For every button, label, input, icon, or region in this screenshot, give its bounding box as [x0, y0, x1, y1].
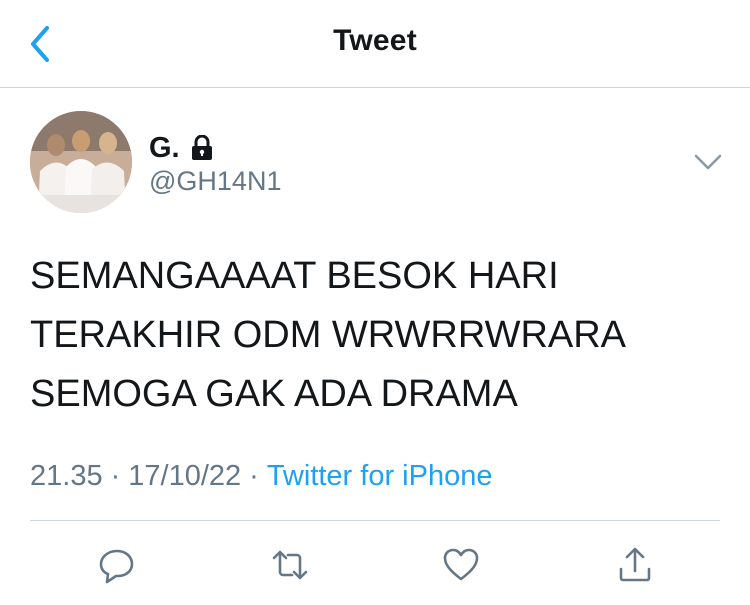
like-button[interactable]	[436, 540, 486, 590]
tweet-action-bar	[0, 540, 750, 590]
tweet-text-line: TERAKHIR ODM WRWRRWRARA	[30, 314, 627, 356]
chevron-down-icon	[694, 154, 722, 170]
reply-icon	[99, 549, 134, 584]
tweet-text-line: SEMOGA GAK ADA DRAMA	[30, 373, 518, 415]
tweet-text-line: SEMANGAAAAT BESOK HARI	[30, 255, 559, 297]
avatar-photo	[30, 111, 132, 213]
author-handle[interactable]: @GH14N1	[149, 166, 281, 197]
meta-separator: ·	[110, 460, 121, 492]
tweet-meta: 21.35 · 17/10/22 · Twitter for iPhone	[30, 460, 492, 493]
tweet-source-link[interactable]: Twitter for iPhone	[267, 460, 493, 492]
reply-button[interactable]	[92, 540, 142, 590]
divider	[30, 520, 720, 521]
tweet-time: 21.35	[30, 460, 103, 492]
author-name-row: G.	[149, 131, 214, 165]
author-display-name[interactable]: G.	[149, 132, 180, 165]
lock-icon	[191, 135, 212, 160]
tweet-options-button[interactable]	[690, 148, 726, 176]
meta-separator: ·	[249, 460, 259, 492]
share-icon	[619, 547, 651, 582]
avatar[interactable]	[30, 111, 132, 213]
heart-icon	[443, 548, 479, 581]
page-title: Tweet	[333, 24, 417, 57]
navigation-bar: Tweet	[0, 0, 750, 88]
tweet-date: 17/10/22	[128, 460, 242, 492]
tweet-text: SEMANGAAAAT BESOK HARI TERAKHIR ODM WRWR…	[30, 247, 720, 424]
retweet-button[interactable]	[265, 540, 315, 590]
share-button[interactable]	[610, 540, 660, 590]
retweet-icon	[272, 550, 308, 580]
